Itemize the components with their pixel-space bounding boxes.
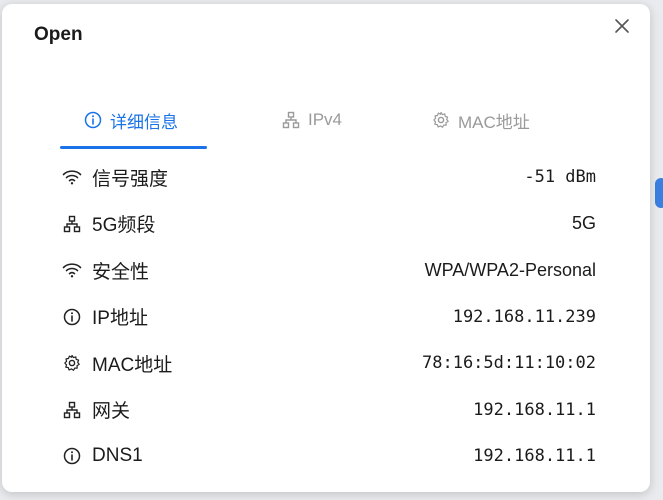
- background-accent-shape: [655, 178, 663, 208]
- detail-value: 5G: [571, 213, 596, 234]
- tab-mac-address-label: MAC地址: [458, 112, 530, 132]
- tab-mac-address[interactable]: MAC地址: [432, 100, 530, 140]
- tab-bar: 详细信息 IPv4 MAC地址: [60, 100, 600, 150]
- detail-value: 192.168.11.239: [452, 306, 596, 327]
- close-icon: [615, 19, 629, 33]
- wifi-icon: [62, 260, 82, 280]
- info-icon: [62, 446, 82, 466]
- detail-value: WPA/WPA2-Personal: [424, 259, 596, 280]
- detail-label: 信号强度: [92, 168, 169, 190]
- detail-row-band: 5G频段 5G: [62, 201, 598, 248]
- close-button[interactable]: [608, 12, 636, 40]
- wifi-icon: [62, 167, 82, 187]
- info-icon: [62, 307, 82, 327]
- detail-label: 5G频段: [92, 215, 156, 237]
- tab-ipv4-label: IPv4: [308, 110, 343, 129]
- network-icon: [62, 214, 82, 234]
- dialog-title: Open: [34, 24, 83, 45]
- detail-label: DNS1: [92, 445, 143, 467]
- tab-details-label: 详细信息: [110, 112, 178, 132]
- network-details-dialog: Open 详细信息 IPv4 MAC地址 信号强度 -51 dBm 5G频段 5…: [2, 4, 650, 492]
- detail-value: 192.168.11.1: [473, 399, 596, 420]
- detail-label: MAC地址: [92, 354, 173, 376]
- detail-row-ip-address: IP地址 192.168.11.239: [62, 294, 598, 341]
- gear-icon: [62, 353, 82, 373]
- details-list: 信号强度 -51 dBm 5G频段 5G 安全性 WPA/WPA2-Person…: [62, 154, 598, 480]
- detail-value: 78:16:5d:11:10:02: [422, 353, 596, 374]
- detail-row-security: 安全性 WPA/WPA2-Personal: [62, 247, 598, 294]
- tab-details[interactable]: 详细信息: [84, 100, 178, 140]
- tab-ipv4[interactable]: IPv4: [282, 100, 342, 140]
- network-icon: [62, 400, 82, 420]
- active-tab-indicator: [60, 146, 207, 149]
- detail-value: -51 dBm: [524, 167, 596, 188]
- detail-row-mac-address: MAC地址 78:16:5d:11:10:02: [62, 340, 598, 387]
- info-icon: [84, 111, 102, 129]
- detail-label: 安全性: [92, 261, 150, 283]
- detail-row-gateway: 网关 192.168.11.1: [62, 387, 598, 434]
- detail-row-signal-strength: 信号强度 -51 dBm: [62, 154, 598, 201]
- detail-label: IP地址: [92, 308, 148, 330]
- detail-row-dns1: DNS1 192.168.11.1: [62, 433, 598, 480]
- detail-label: 网关: [92, 401, 131, 423]
- network-icon: [282, 111, 300, 129]
- gear-icon: [432, 111, 450, 129]
- detail-value: 192.168.11.1: [473, 446, 596, 467]
